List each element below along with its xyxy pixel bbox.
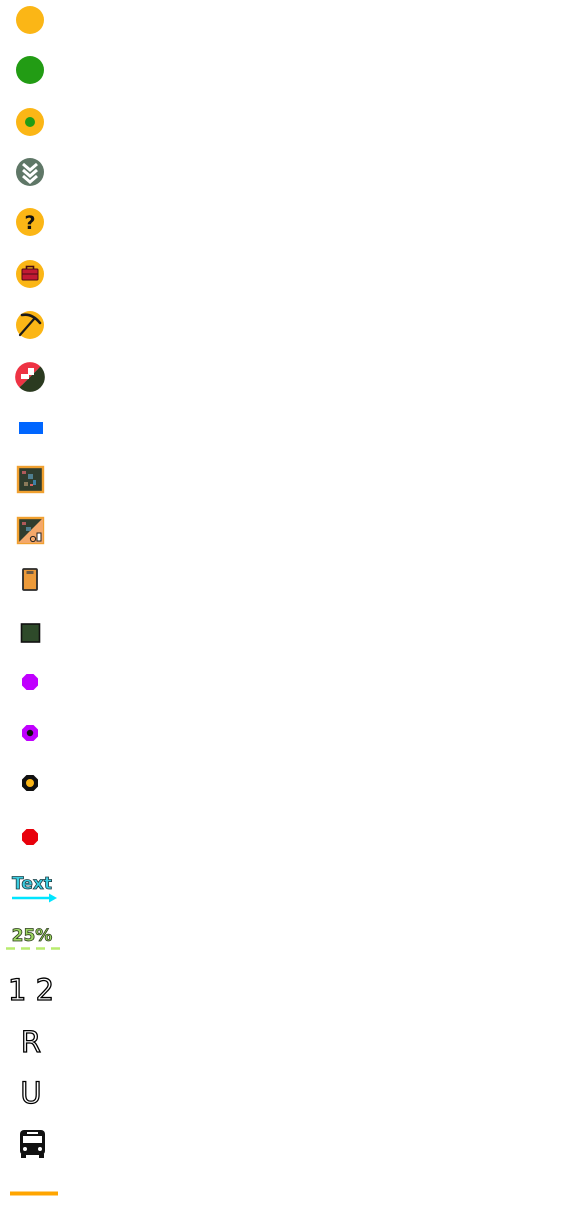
- orange-line-icon: [0, 1172, 64, 1216]
- letter-r-label: R: [21, 1025, 41, 1059]
- percent-sample-label: 25%: [12, 926, 53, 946]
- half-red-half-green-circle-icon: [0, 356, 64, 400]
- numbers-sample-label: 1 2: [8, 973, 54, 1007]
- blue-rectangle-icon: [0, 407, 64, 451]
- purple-octagon-icon: [0, 662, 64, 706]
- briefcase-icon: [0, 254, 64, 298]
- bus-icon: [0, 1122, 64, 1166]
- percent-dashed-icon: 25%: [0, 918, 64, 962]
- letter-u-icon: U: [0, 1070, 64, 1114]
- letter-r-icon: R: [0, 1019, 64, 1063]
- double-chevron-down-icon: [0, 152, 64, 196]
- text-arrow-icon: Text: [0, 868, 64, 912]
- svg-text:?: ?: [24, 212, 35, 234]
- pickaxe-icon: [0, 305, 64, 349]
- yellow-dot-green-center-icon: [0, 102, 64, 146]
- numbers-icon: 1 2: [0, 968, 64, 1012]
- jar-icon: [0, 560, 64, 604]
- question-mark-icon: ?: [0, 202, 64, 246]
- map-tile-split-icon: [0, 509, 64, 553]
- green-dot-icon: [0, 50, 64, 94]
- yellow-ring-octagon-icon: [0, 763, 64, 807]
- dark-green-square-icon: [0, 612, 64, 656]
- purple-octagon-dot-icon: [0, 713, 64, 757]
- yellow-dot-icon: [0, 0, 64, 44]
- text-sample-label: Text: [12, 874, 52, 894]
- letter-u-label: U: [20, 1076, 41, 1110]
- red-octagon-icon: [0, 817, 64, 861]
- map-tile-icon: [0, 458, 64, 502]
